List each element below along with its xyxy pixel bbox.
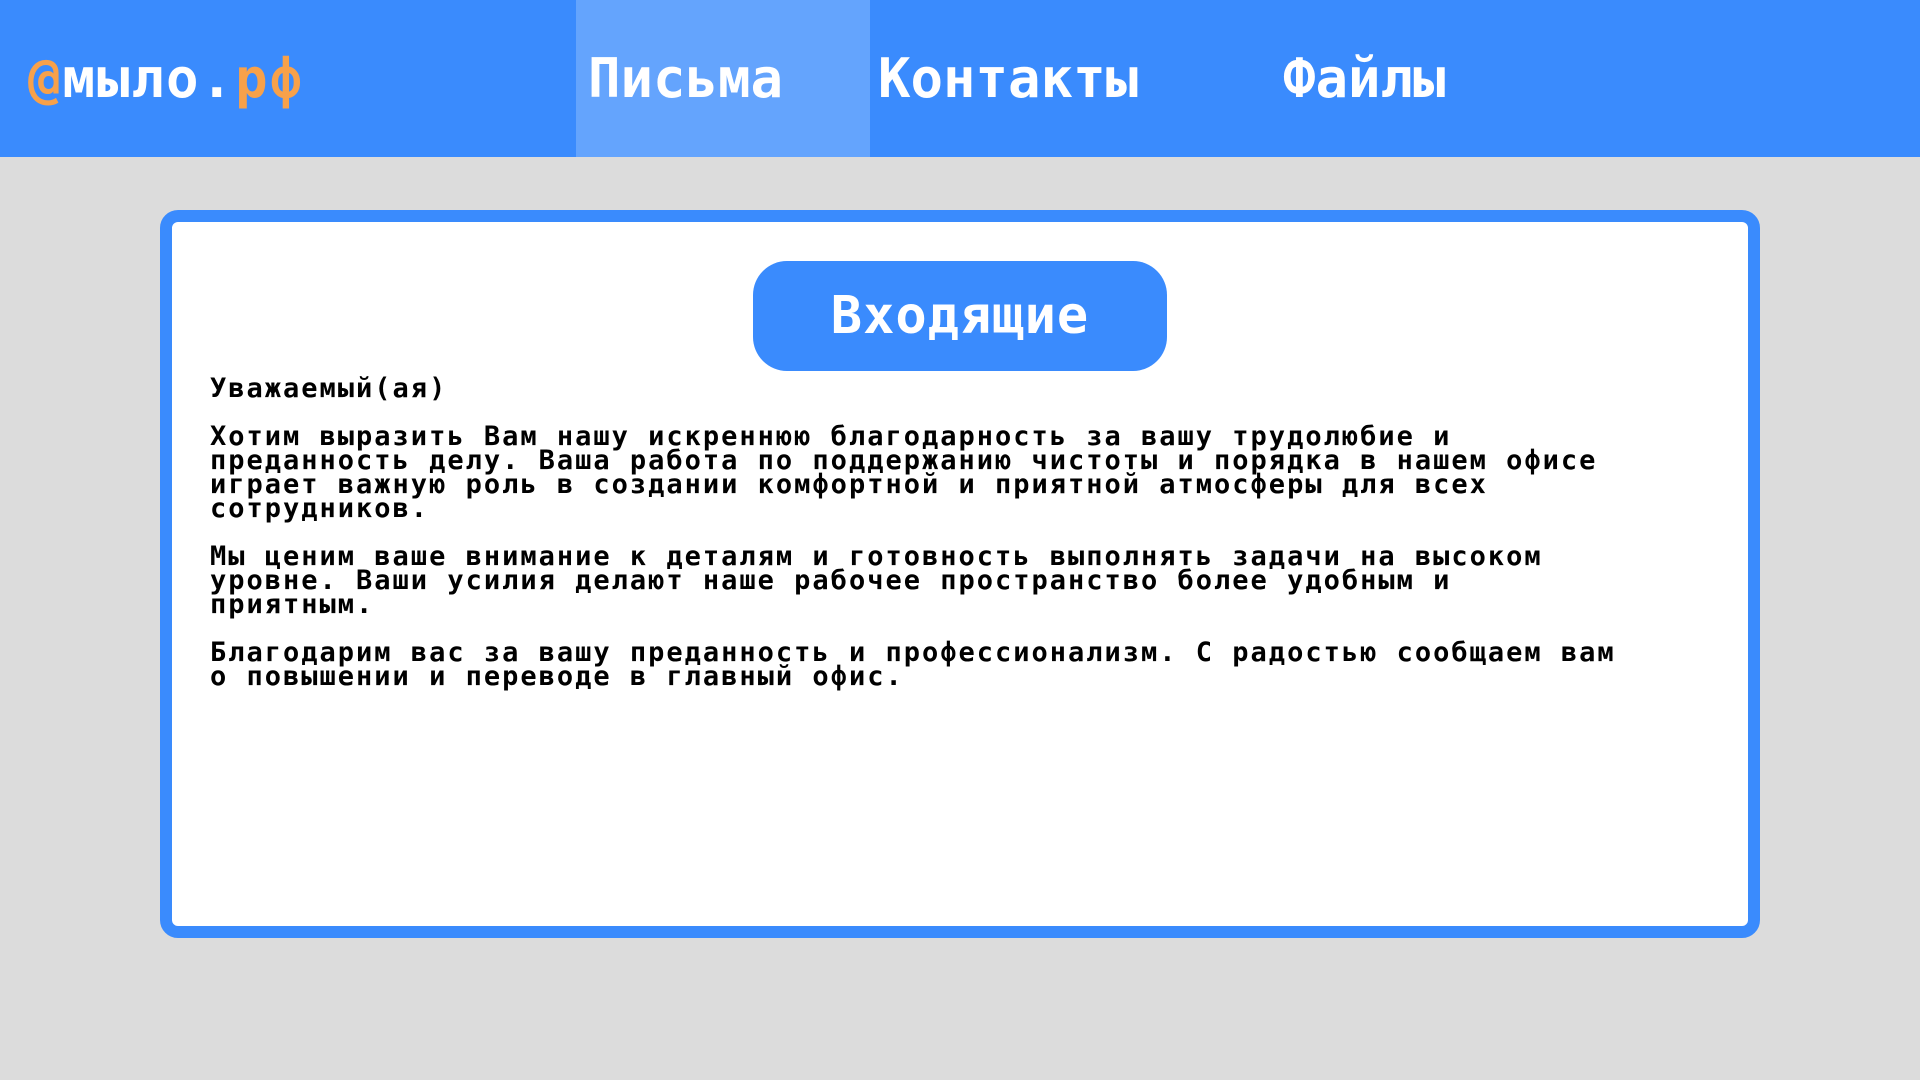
top-navigation-bar: @мыло.рф Письма Контакты Файлы: [0, 0, 1920, 157]
message-paragraph-3: Благодарим вас за вашу преданность и про…: [210, 637, 1616, 692]
message-paragraph-1: Хотим выразить Вам нашу искреннюю благод…: [210, 421, 1598, 524]
main-nav: Письма Контакты Файлы: [576, 0, 1446, 157]
nav-tab-letters[interactable]: Письма: [576, 0, 870, 157]
message-body: Уважаемый(ая) Хотим выразить Вам нашу ис…: [210, 373, 1630, 713]
message-greeting: Уважаемый(ая): [210, 373, 448, 404]
logo-tld: рф: [235, 47, 305, 110]
nav-tab-contacts[interactable]: Контакты: [870, 0, 1283, 157]
inbox-title: Входящие: [753, 261, 1167, 371]
logo-name: мыло.: [62, 47, 236, 110]
message-paragraph-2: Мы ценим ваше внимание к деталям и готов…: [210, 541, 1543, 620]
inbox-panel: Входящие Уважаемый(ая) Хотим выразить Ва…: [160, 210, 1760, 938]
nav-tab-files[interactable]: Файлы: [1283, 0, 1446, 157]
logo-at-sign: @: [28, 47, 63, 110]
logo[interactable]: @мыло.рф: [28, 0, 304, 157]
